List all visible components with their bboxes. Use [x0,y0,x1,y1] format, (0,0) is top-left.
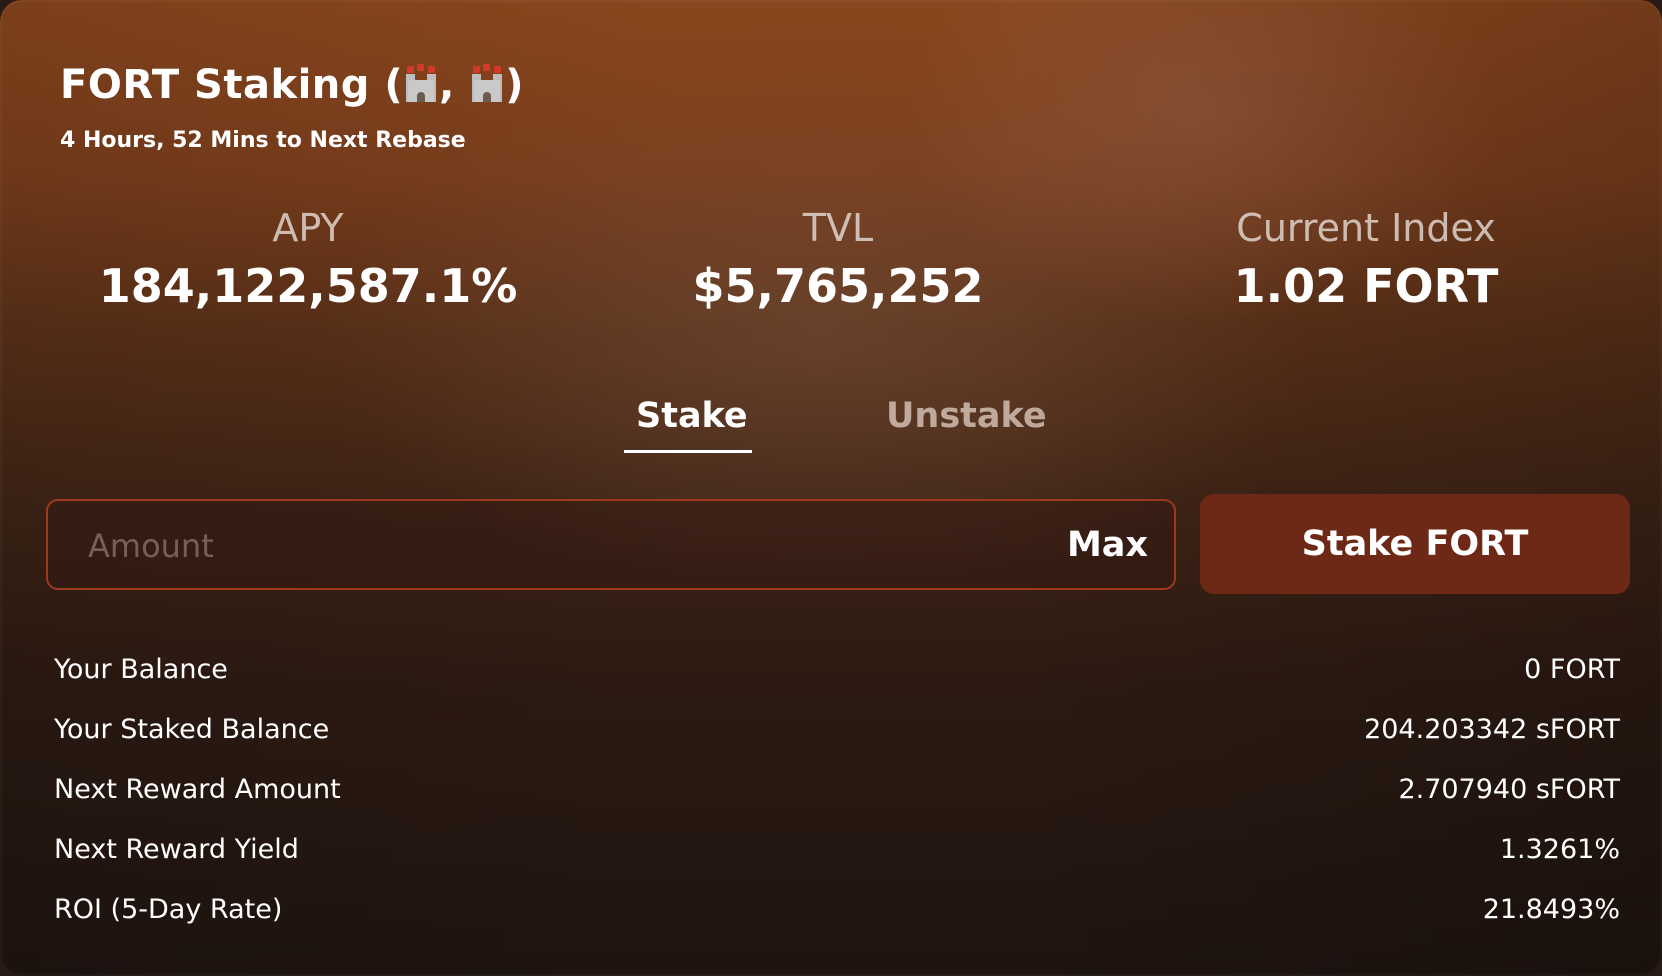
info-row-roi: ROI (5-Day Rate) 21.8493% [54,894,1620,934]
stat-value: 184,122,587.1% [98,259,518,313]
active-tab-indicator [624,450,752,453]
info-row-next-reward-amount: Next Reward Amount 2.707940 sFORT [54,774,1620,814]
stat-label: TVL [802,206,874,250]
stat-value: $5,765,252 [692,259,984,313]
stake-fort-button[interactable]: Stake FORT [1200,494,1630,594]
info-label: Your Staked Balance [54,714,330,745]
info-row-balance: Your Balance 0 FORT [54,654,1620,694]
stat-tvl: TVL $5,765,252 [608,205,1068,315]
tab-unstake[interactable]: Unstake [886,396,1047,436]
stat-current-index: Current Index 1.02 FORT [1136,205,1596,315]
stat-value: 1.02 FORT [1233,259,1499,313]
info-value: 0 FORT [1524,654,1620,685]
info-value: 21.8493% [1482,894,1620,925]
staking-card: FORT Staking (, ) 4 Hours, 52 Mins to Ne… [0,0,1662,976]
amount-input[interactable] [86,501,990,590]
stat-label: APY [272,206,344,250]
castle-icon [470,64,504,102]
info-value: 204.203342 sFORT [1364,714,1620,745]
info-value: 2.707940 sFORT [1398,774,1620,805]
info-row-staked-balance: Your Staked Balance 204.203342 sFORT [54,714,1620,754]
page-title: FORT Staking (, ) [60,62,524,108]
info-row-next-reward-yield: Next Reward Yield 1.3261% [54,834,1620,874]
stat-apy: APY 184,122,587.1% [78,205,538,315]
info-label: Your Balance [54,654,228,685]
stat-label: Current Index [1236,206,1496,250]
title-separator: , [439,62,455,108]
title-suffix: ) [505,62,525,108]
info-label: Next Reward Amount [54,774,341,805]
info-value: 1.3261% [1499,834,1620,865]
max-button[interactable]: Max [1067,525,1148,565]
tab-stake[interactable]: Stake [636,396,748,436]
rebase-countdown: 4 Hours, 52 Mins to Next Rebase [60,128,466,153]
title-prefix: FORT Staking ( [60,62,404,108]
info-label: Next Reward Yield [54,834,299,865]
castle-icon [404,64,438,102]
amount-field: Max [46,499,1176,590]
info-label: ROI (5-Day Rate) [54,894,283,925]
